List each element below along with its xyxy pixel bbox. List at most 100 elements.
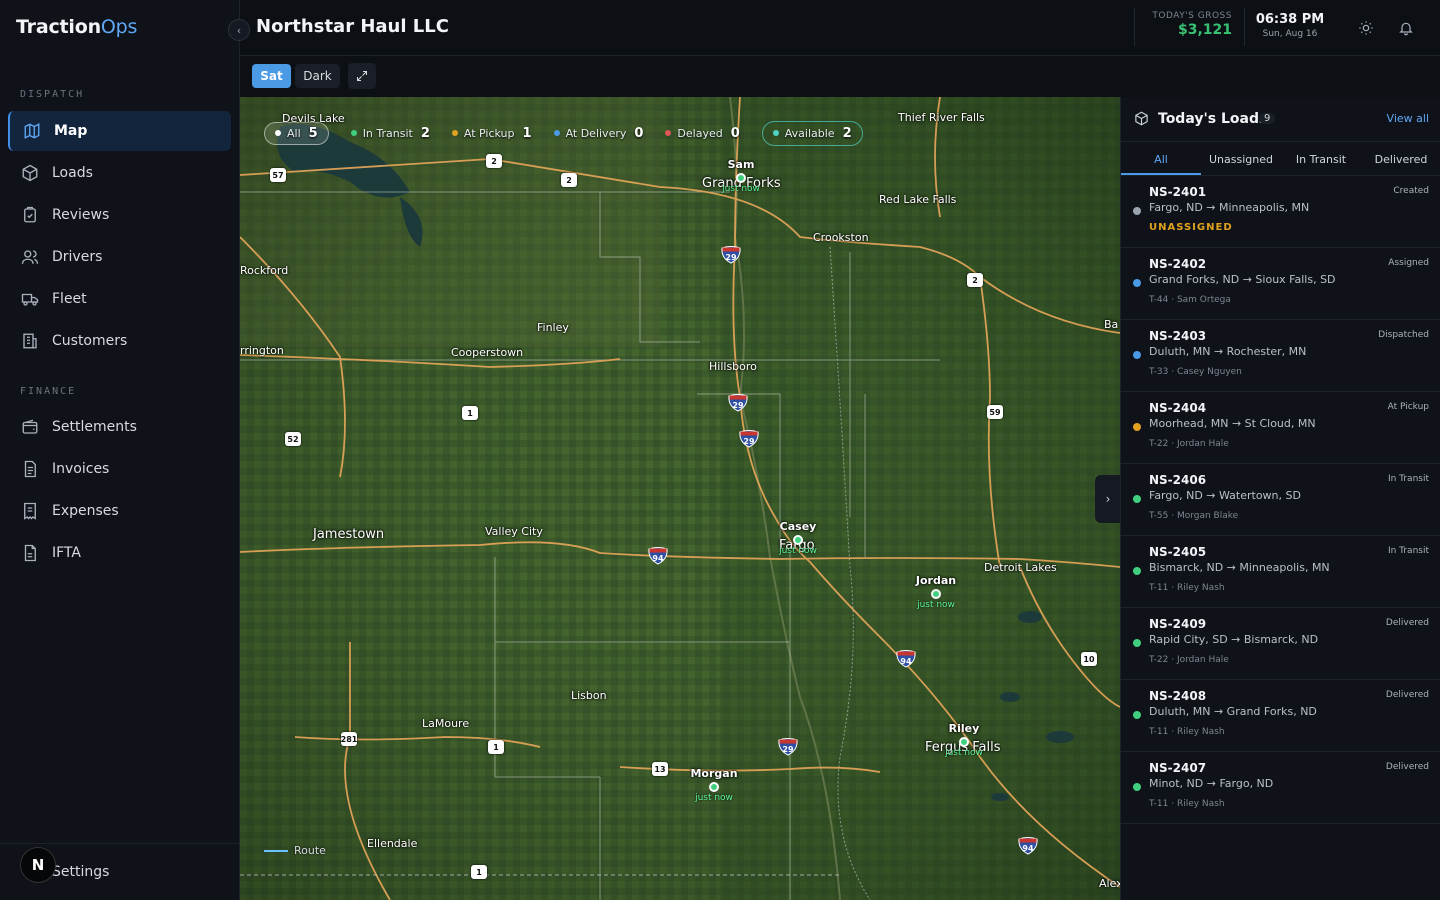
load-route: Duluth, MN → Grand Forks, ND bbox=[1149, 705, 1317, 718]
satellite-view-button[interactable]: Sat bbox=[252, 64, 291, 88]
load-row[interactable]: NS-2404 Moorhead, MN → St Cloud, MN T-22 ·… bbox=[1121, 392, 1440, 464]
filter-at-pickup[interactable]: At Pickup 1 bbox=[451, 126, 532, 141]
file-icon bbox=[20, 543, 40, 563]
load-row[interactable]: NS-2409 Rapid City, SD → Bismarck, ND T-22… bbox=[1121, 608, 1440, 680]
route-shield: 2 bbox=[967, 273, 983, 287]
status-dot bbox=[1133, 207, 1141, 215]
truck-name: Riley bbox=[948, 722, 980, 735]
sidebar-item-label: Fleet bbox=[52, 291, 87, 307]
legend-label: In Transit bbox=[362, 126, 413, 140]
tab-all[interactable]: All bbox=[1121, 142, 1201, 175]
legend-count: 2 bbox=[842, 125, 852, 141]
load-assignment: T-11 · Riley Nash bbox=[1149, 583, 1225, 593]
box-icon bbox=[20, 163, 40, 183]
panel-toggle-button[interactable]: › bbox=[1095, 475, 1120, 523]
truck-dot bbox=[709, 782, 719, 792]
city-label: Jamestown bbox=[313, 527, 385, 542]
view-all-link[interactable]: View all bbox=[1387, 112, 1429, 125]
filter-delayed[interactable]: Delayed 0 bbox=[665, 125, 740, 141]
tab-in-transit[interactable]: In Transit bbox=[1281, 142, 1361, 175]
legend-label: At Delivery bbox=[565, 126, 627, 140]
truck-marker-morgan[interactable]: Morgan just now bbox=[688, 767, 740, 803]
sidebar-item-label: Expenses bbox=[52, 503, 119, 519]
sidebar-item-drivers[interactable]: Drivers bbox=[8, 237, 231, 277]
status-dot bbox=[665, 130, 672, 136]
load-status: In Transit bbox=[1387, 546, 1429, 556]
sidebar-collapse-button[interactable]: ‹ bbox=[228, 19, 250, 41]
load-row[interactable]: NS-2408 Duluth, MN → Grand Forks, ND T-11 … bbox=[1121, 680, 1440, 752]
interstate-shield: 94 bbox=[896, 650, 916, 668]
sidebar-item-map[interactable]: Map bbox=[8, 111, 231, 151]
status-dot bbox=[1133, 495, 1141, 503]
route-shield: 281 bbox=[341, 732, 357, 746]
truck-marker-sam[interactable]: Sam just now bbox=[715, 158, 767, 194]
truck-dot bbox=[931, 589, 941, 599]
box-icon bbox=[1134, 111, 1149, 130]
svg-text:94: 94 bbox=[900, 657, 912, 666]
app-root: TractionOps ‹ DISPATCH Map Loads Reviews… bbox=[0, 0, 1440, 900]
tab-delivered[interactable]: Delivered bbox=[1361, 142, 1440, 175]
city-label: Finley bbox=[537, 321, 569, 334]
interstate-shield: 29 bbox=[721, 246, 741, 264]
truck-dot bbox=[736, 173, 746, 183]
page-title: Northstar Haul LLC bbox=[256, 16, 449, 37]
loads-count-badge: 9 bbox=[1259, 113, 1276, 124]
sidebar-item-reviews[interactable]: Reviews bbox=[8, 195, 231, 235]
load-route: Fargo, ND → Minneapolis, MN bbox=[1149, 201, 1310, 214]
filter-available[interactable]: Available 2 bbox=[761, 120, 863, 146]
sidebar-item-label: Drivers bbox=[52, 249, 103, 265]
brand-logo[interactable]: TractionOps bbox=[16, 16, 137, 38]
sidebar-item-loads[interactable]: Loads bbox=[8, 153, 231, 193]
filter-in-transit[interactable]: In Transit 2 bbox=[350, 126, 430, 141]
route-shield: 10 bbox=[1081, 652, 1097, 666]
sidebar-item-settlements[interactable]: Settlements bbox=[8, 407, 231, 447]
map-icon bbox=[22, 121, 42, 141]
legend-count: 0 bbox=[730, 125, 740, 141]
status-dot bbox=[1133, 351, 1141, 359]
status-dot bbox=[350, 130, 357, 136]
map-view[interactable]: All 5 In Transit 2 At Pickup 1 At Delivery 0… bbox=[240, 97, 1120, 900]
load-row[interactable]: NS-2407 Minot, ND → Fargo, ND T-11 · Riley… bbox=[1121, 752, 1440, 824]
city-label: Thief River Falls bbox=[898, 111, 985, 124]
theme-toggle-button[interactable] bbox=[1354, 16, 1378, 40]
filter-at-delivery[interactable]: At Delivery 0 bbox=[553, 126, 643, 141]
load-row[interactable]: NS-2406 Fargo, ND → Watertown, SD T-55 · M… bbox=[1121, 464, 1440, 536]
truck-marker-casey[interactable]: Casey just now bbox=[772, 520, 824, 556]
building-icon bbox=[20, 331, 40, 351]
sidebar-item-label: Map bbox=[54, 123, 88, 139]
receipt-icon bbox=[20, 501, 40, 521]
truck-name: Jordan bbox=[915, 574, 957, 587]
dark-view-button[interactable]: Dark bbox=[295, 64, 340, 88]
load-row[interactable]: NS-2405 Bismarck, ND → Minneapolis, MN T-1… bbox=[1121, 536, 1440, 608]
load-row[interactable]: NS-2401 Fargo, ND → Minneapolis, MN UNASSI… bbox=[1121, 176, 1440, 248]
sidebar-item-customers[interactable]: Customers bbox=[8, 321, 231, 361]
sidebar-item-fleet[interactable]: Fleet bbox=[8, 279, 231, 319]
load-status: Delivered bbox=[1385, 690, 1429, 700]
route-shield: 2 bbox=[561, 173, 577, 187]
legend-count: 5 bbox=[308, 125, 318, 141]
loads-tabs: All Unassigned In Transit Delivered bbox=[1121, 141, 1440, 176]
status-dot bbox=[1133, 567, 1141, 575]
load-row[interactable]: NS-2403 Duluth, MN → Rochester, MN T-33 · … bbox=[1121, 320, 1440, 392]
loads-panel-header: Today's Loads 9 View all bbox=[1121, 97, 1440, 141]
avatar[interactable]: N bbox=[20, 847, 56, 883]
truck-marker-jordan[interactable]: Jordan just now bbox=[910, 574, 962, 610]
status-dot bbox=[772, 130, 779, 136]
load-route: Duluth, MN → Rochester, MN bbox=[1149, 345, 1307, 358]
fullscreen-button[interactable] bbox=[348, 63, 376, 89]
legend-label: Delayed bbox=[677, 126, 723, 140]
truck-name: Sam bbox=[727, 158, 755, 171]
settings-link[interactable]: Settings bbox=[52, 864, 109, 880]
sidebar-item-label: Customers bbox=[52, 333, 128, 349]
sidebar-item-expenses[interactable]: Expenses bbox=[8, 491, 231, 531]
expand-icon bbox=[357, 71, 367, 81]
truck-marker-riley[interactable]: Riley just now bbox=[938, 722, 990, 758]
bell-icon bbox=[1399, 22, 1413, 36]
interstate-shield: 29 bbox=[778, 738, 798, 756]
notifications-button[interactable] bbox=[1394, 16, 1418, 40]
load-row[interactable]: NS-2402 Grand Forks, ND → Sioux Falls, SD… bbox=[1121, 248, 1440, 320]
sidebar-footer: N Settings bbox=[0, 843, 240, 900]
sidebar-item-ifta[interactable]: IFTA bbox=[8, 533, 231, 573]
tab-unassigned[interactable]: Unassigned bbox=[1201, 142, 1281, 175]
sidebar-item-invoices[interactable]: Invoices bbox=[8, 449, 231, 489]
